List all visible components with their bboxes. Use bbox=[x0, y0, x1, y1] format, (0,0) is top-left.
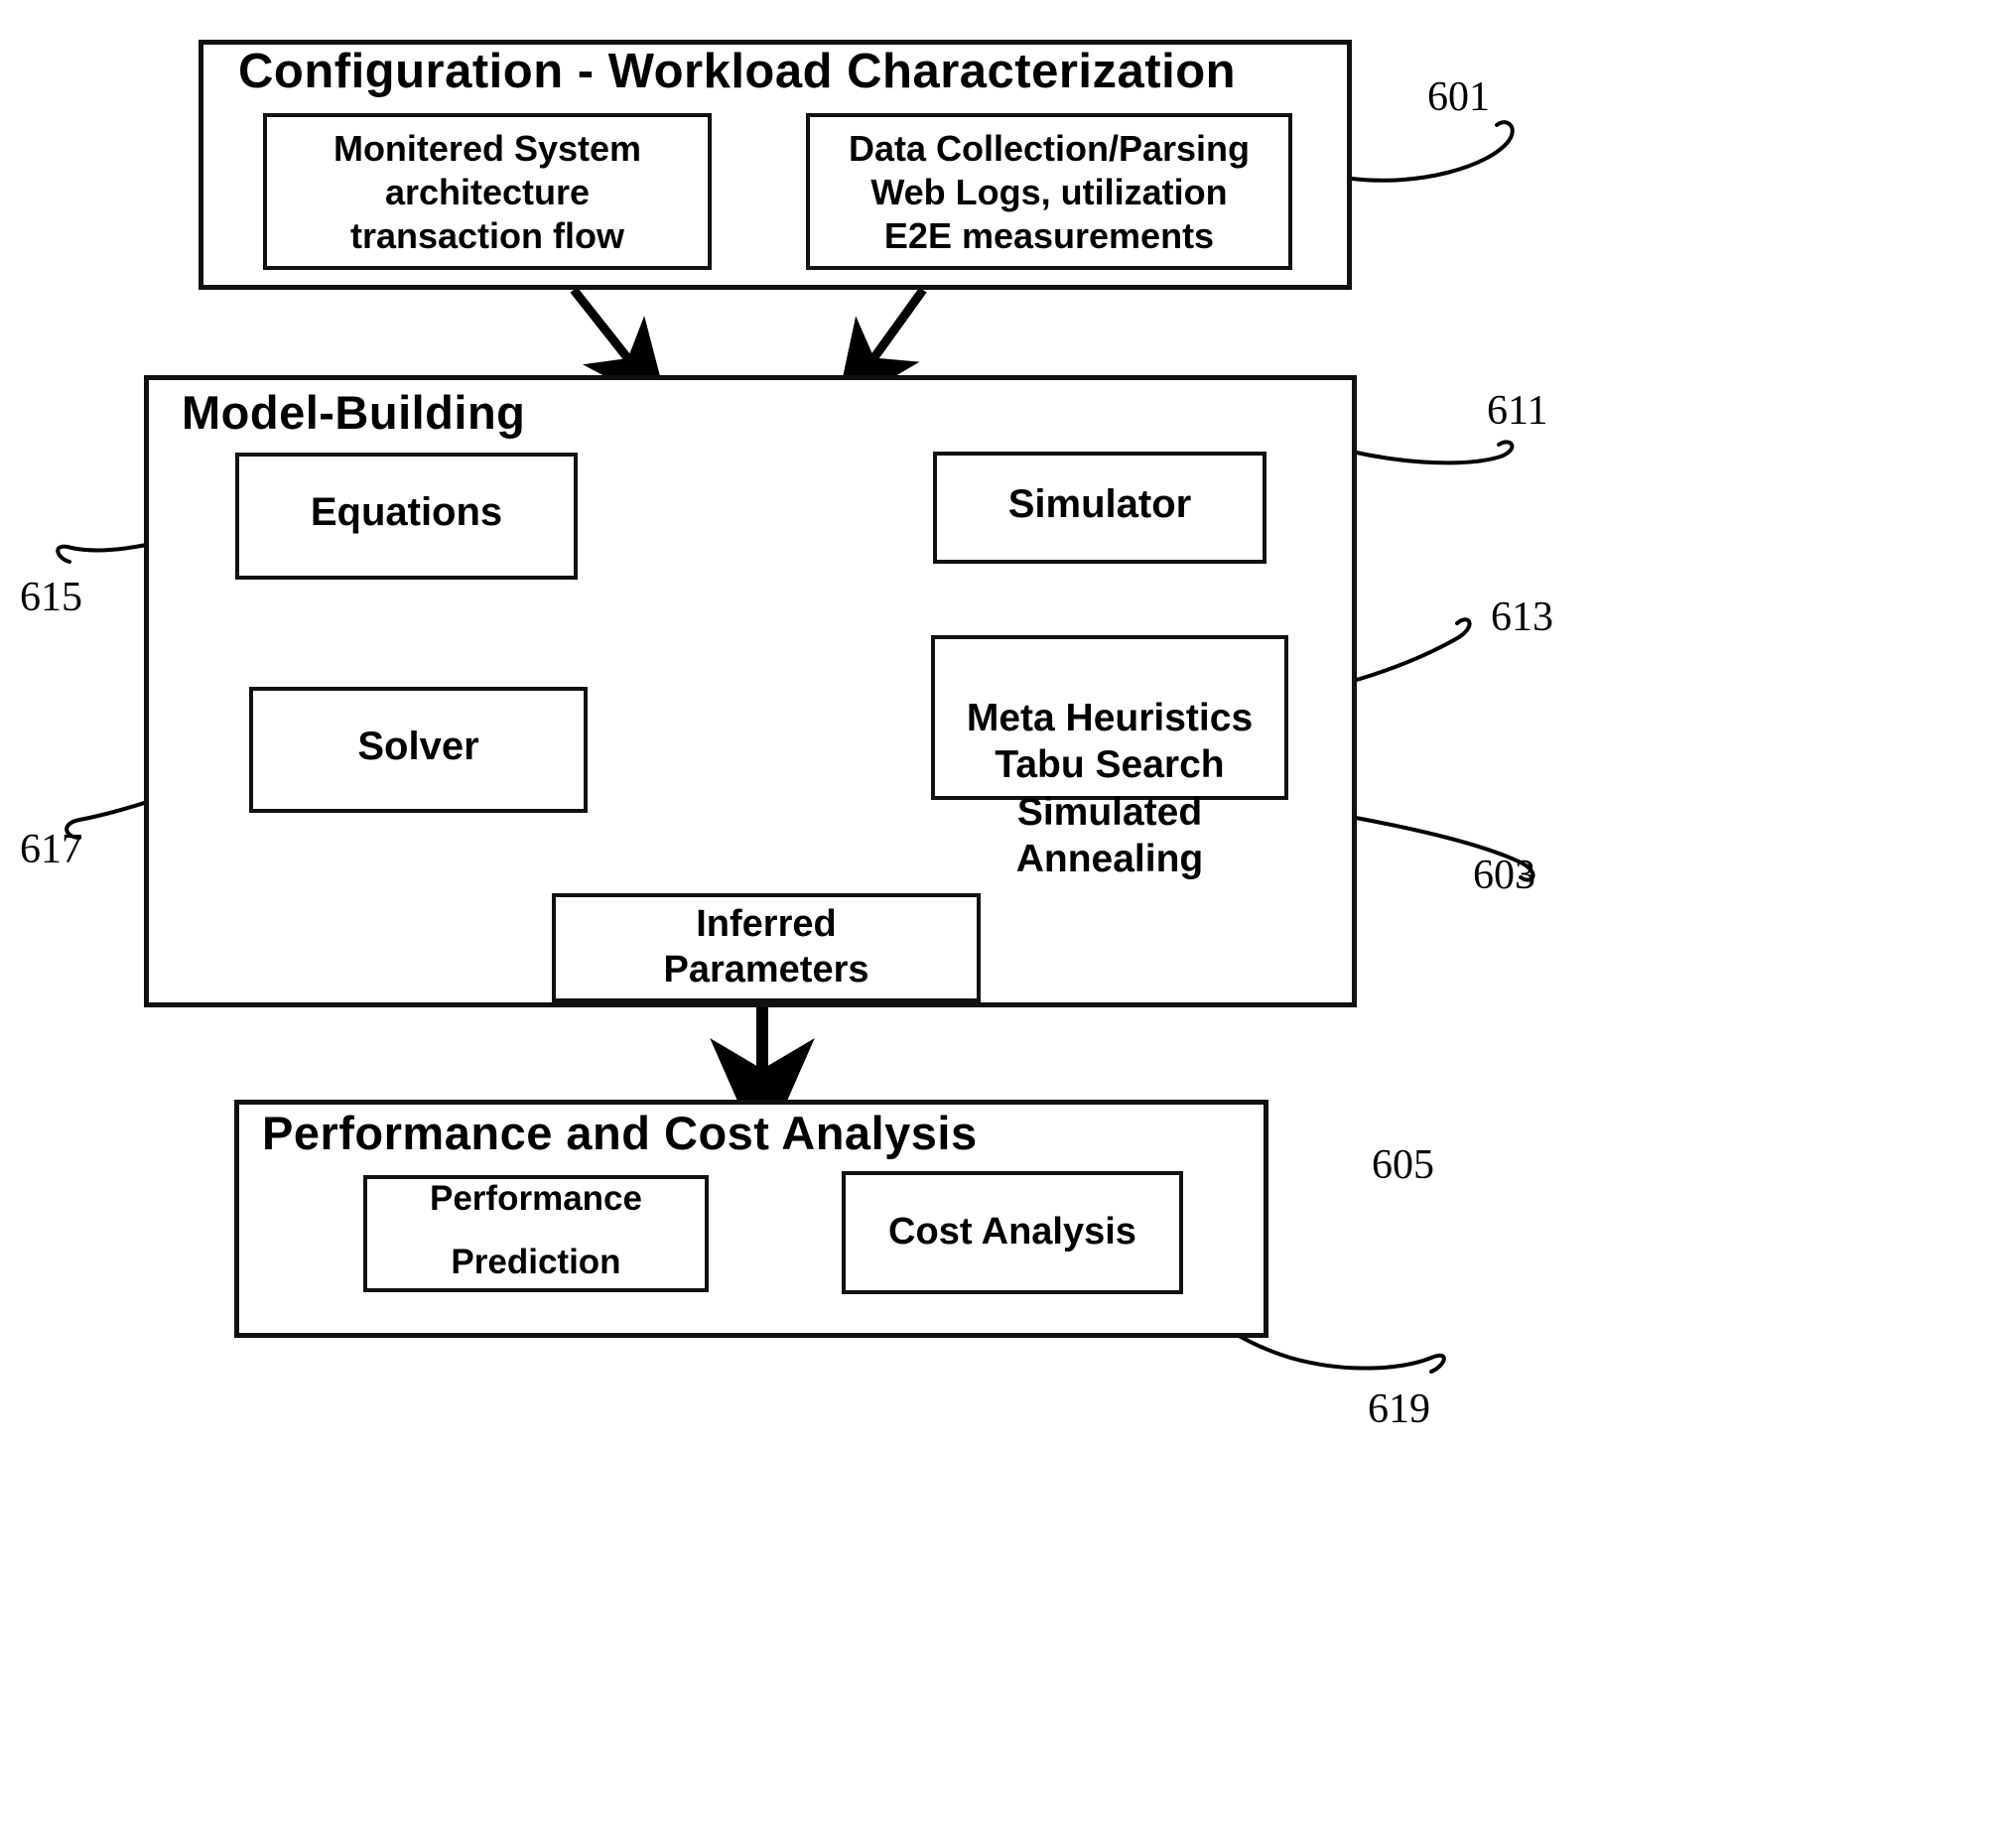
performance-prediction-label: Performance Prediction bbox=[430, 1179, 642, 1282]
ref-611: 611 bbox=[1487, 388, 1548, 434]
model-building-section-title: Model-Building bbox=[182, 386, 526, 439]
ref-603: 603 bbox=[1473, 853, 1535, 898]
equations-label: Equations bbox=[310, 490, 503, 534]
meta-heuristics-label: Meta Heuristics Tabu Search Simulated An… bbox=[931, 647, 1288, 883]
ref-613: 613 bbox=[1491, 594, 1553, 640]
arrow-datacollection-to-model bbox=[835, 287, 927, 412]
leader-601 bbox=[1350, 120, 1515, 183]
configuration-section-title: Configuration - Workload Characterizatio… bbox=[238, 45, 1237, 98]
ref-605: 605 bbox=[1372, 1142, 1434, 1188]
inferred-parameters-label: Inferred Parameters bbox=[663, 903, 869, 991]
data-collection-label: Data Collection/Parsing Web Logs, utiliz… bbox=[848, 128, 1251, 256]
monitored-system-label: Monitered System architecture transactio… bbox=[333, 128, 642, 256]
performance-cost-section-title: Performance and Cost Analysis bbox=[262, 1107, 978, 1159]
leader-611 bbox=[1350, 440, 1515, 465]
patent-figure: Configuration - Workload Characterizatio… bbox=[0, 0, 1998, 1848]
cost-analysis-label: Cost Analysis bbox=[888, 1211, 1136, 1253]
solver-label: Solver bbox=[357, 725, 479, 768]
ref-601: 601 bbox=[1427, 74, 1490, 120]
ref-619: 619 bbox=[1368, 1386, 1430, 1432]
meta-heuristics-line1: Meta Heuristics Tabu Search Simulated An… bbox=[966, 696, 1254, 881]
arrow-monitored-to-model bbox=[570, 287, 669, 411]
ref-615: 615 bbox=[20, 575, 82, 620]
ref-617: 617 bbox=[20, 827, 82, 872]
simulator-label: Simulator bbox=[1007, 482, 1192, 526]
